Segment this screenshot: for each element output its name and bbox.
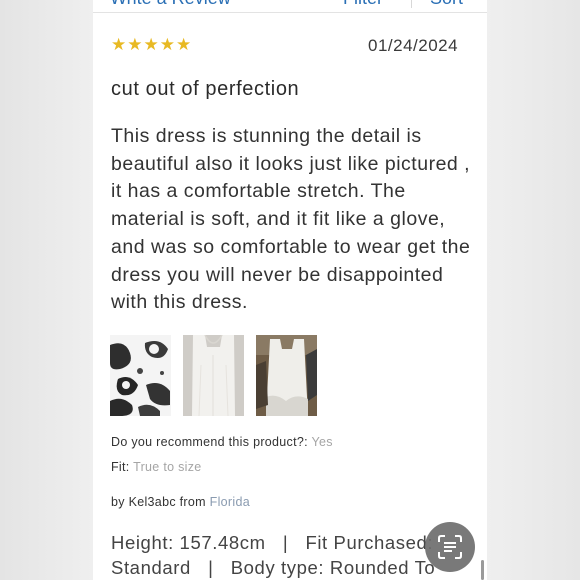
review-body: This dress is stunning the detail is bea…	[111, 125, 471, 314]
scrollbar[interactable]	[481, 560, 484, 580]
filter-button[interactable]: Filter	[343, 0, 383, 9]
review-photo-2[interactable]	[183, 335, 244, 416]
review-date: 01/24/2024	[368, 36, 459, 55]
sort-button[interactable]: Sort	[430, 0, 463, 9]
document-scan-icon[interactable]	[425, 522, 475, 572]
recommend-value: Yes	[311, 435, 333, 449]
recommend-label: Do you recommend this product?:	[111, 435, 308, 449]
from-label: from	[179, 495, 206, 509]
fit-value: True to size	[133, 460, 202, 474]
author-row: by Kel3abc from Florida	[111, 495, 250, 509]
write-review-link[interactable]: Write a Review	[110, 0, 231, 9]
fit-row: Fit: True to size	[111, 460, 202, 474]
by-label: by	[111, 495, 125, 509]
attributes-line-1: Height: 157.48cm | Fit Purchased:	[111, 532, 434, 553]
review-title: cut out of perfection	[111, 78, 300, 100]
attributes-line-2: Standard | Body type: Rounded To	[111, 557, 436, 578]
review-photo-1[interactable]	[110, 335, 171, 416]
recommend-row: Do you recommend this product?: Yes	[111, 435, 333, 449]
star-rating: ★★★★★	[111, 35, 193, 54]
toolbar-divider	[411, 0, 412, 8]
author-name: Kel3abc	[128, 495, 176, 509]
review-photo-3[interactable]	[256, 335, 317, 416]
background-left	[0, 0, 93, 580]
review-card: Write a Review Filter Sort ★★★★★ 01/24/2…	[93, 0, 487, 580]
background-right	[487, 0, 580, 580]
author-location: Florida	[209, 495, 250, 509]
review-toolbar: Write a Review Filter Sort	[93, 0, 487, 13]
fit-label: Fit:	[111, 460, 130, 474]
